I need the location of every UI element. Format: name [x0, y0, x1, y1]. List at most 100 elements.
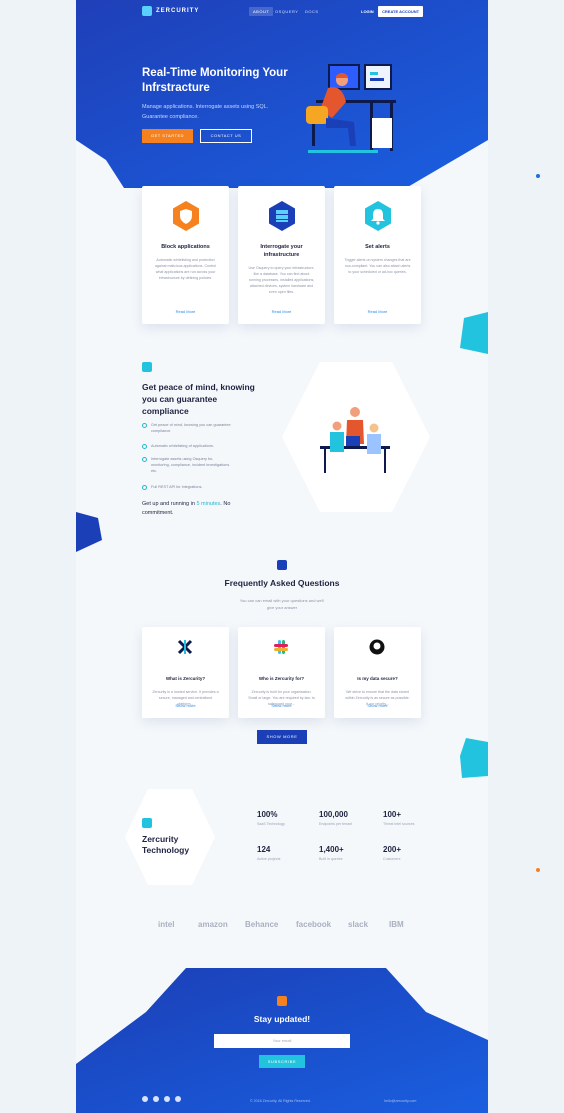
team-illustration — [282, 362, 430, 512]
show-more-link[interactable]: Show more — [238, 703, 325, 708]
hero-subtitle: Manage applications. Interrogate assets … — [142, 104, 269, 120]
feature-title: Set alerts — [365, 244, 390, 250]
check-item: Full REST API for integrations. — [142, 484, 231, 490]
github-icon[interactable] — [153, 1096, 159, 1102]
faq-question: Who is Zercurity for? — [258, 676, 305, 681]
feature-text: Use Osquery to query your infrastructure… — [248, 266, 315, 294]
stats-title: Zercurity Technology — [142, 834, 190, 855]
faq-card[interactable]: What is Zercurity? Zercurity is a hosted… — [142, 627, 229, 718]
logo[interactable]: ZERCURITY — [142, 6, 199, 16]
getup-prefix: Get up and running in — [142, 501, 197, 507]
feature-card: Interrogate your infrastructure Use Osqu… — [238, 186, 325, 324]
server-icon — [268, 201, 295, 231]
stats-icon — [142, 818, 152, 828]
bell-icon — [364, 201, 391, 231]
stat-label: Endpoints per tenant — [319, 822, 353, 826]
stat-label: Active projects — [257, 857, 281, 861]
feature-text: Trigger alerts on system changes that ar… — [344, 258, 411, 274]
create-account-button[interactable]: CREATE ACCOUNT — [378, 6, 424, 17]
stat-label: Built in queries — [319, 857, 343, 861]
stat-number: 100,000 — [319, 810, 348, 819]
faq-title: Frequently Asked Questions — [224, 578, 340, 588]
hero-title: Real-Time Monitoring Your Infrstracture — [142, 67, 288, 94]
check-item: Interrogate assets using Osquery for, mo… — [142, 456, 231, 474]
feature-text: Automatic whitelisting and protection ag… — [154, 258, 217, 280]
faq-question: What is Zercurity? — [165, 676, 206, 681]
check-icon — [142, 444, 147, 449]
show-more-button[interactable]: SHOW MORE — [257, 730, 307, 744]
decor-hexagon — [460, 738, 488, 778]
stat-number: 100% — [257, 810, 278, 819]
stat-label: SaaS Technology — [257, 822, 285, 826]
show-more-link[interactable]: Show more — [334, 703, 421, 708]
feature-card: Block applications Automatic whitelistin… — [142, 186, 229, 324]
subscribe-button[interactable]: SUBSCRIBE — [259, 1055, 305, 1068]
social-links — [142, 1096, 181, 1102]
getup-highlight[interactable]: 5 minutes — [196, 501, 220, 507]
logo-icon — [142, 6, 152, 16]
email-input[interactable]: Your email — [214, 1034, 350, 1048]
stat-label: Customers — [383, 857, 401, 861]
decor-hexagon — [460, 312, 488, 354]
stat-label: Threat intel sources — [383, 822, 415, 826]
brand-behance: Behance — [245, 920, 279, 929]
read-more-link[interactable]: Read More — [142, 309, 229, 314]
check-text: Get peace of mind, knowing you can guara… — [151, 423, 231, 433]
stat-number: 1,400+ — [319, 845, 344, 854]
brand-intel: intel — [158, 920, 175, 929]
stat-number: 124 — [257, 845, 271, 854]
feature-card: Set alerts Trigger alerts on system chan… — [334, 186, 421, 324]
top-nav: ZERCURITY ABOUT OSQUERY DOCS LOGIN CREAT… — [76, 0, 488, 24]
shield-icon — [172, 201, 199, 231]
nav-osquery[interactable]: OSQUERY — [275, 9, 298, 14]
check-icon — [142, 485, 147, 490]
show-more-link[interactable]: Show more — [142, 703, 229, 708]
decor-hexagon — [76, 512, 102, 552]
faq-icon — [277, 560, 287, 570]
feature-title: Interrogate your infrastructure — [260, 244, 303, 258]
contact-email[interactable]: hello@zercurity.com — [384, 1099, 416, 1103]
read-more-link[interactable]: Read More — [334, 309, 421, 314]
brand-facebook: facebook — [296, 920, 332, 929]
mail-icon — [277, 996, 287, 1006]
document-icon[interactable] — [175, 1096, 181, 1102]
stat-number: 200+ — [383, 845, 402, 854]
check-text: Interrogate assets using Osquery for, mo… — [151, 457, 230, 473]
login-link[interactable]: LOGIN — [361, 9, 374, 14]
brand-slack: slack — [348, 920, 369, 929]
check-item: Get peace of mind, knowing you can guara… — [142, 422, 231, 434]
zercurity-icon — [177, 639, 193, 655]
faq-subtitle: You can can email with your questions an… — [239, 598, 325, 610]
logo-text: ZERCURITY — [156, 8, 200, 14]
decor-dot — [536, 174, 540, 178]
feature-title: Block applications — [161, 244, 210, 250]
stat-number: 100+ — [383, 810, 402, 819]
brand-ibm: IBM — [389, 920, 404, 929]
decor-dot — [536, 868, 540, 872]
check-text: Automatic whitelisting of applications. — [151, 444, 214, 448]
dribbble-icon[interactable] — [164, 1096, 170, 1102]
nav-about[interactable]: ABOUT — [249, 7, 274, 16]
page: ZERCURITY ABOUT OSQUERY DOCS LOGIN CREAT… — [76, 0, 488, 1113]
get-started-button[interactable]: GET STARTED — [142, 129, 193, 143]
faq-question: Is my data secure? — [357, 676, 398, 681]
section-title: Get peace of mind, knowing you can guara… — [142, 382, 255, 416]
section-icon — [142, 362, 152, 372]
check-icon — [142, 457, 147, 462]
faq-card[interactable]: Is my data secure? We strive to ensure t… — [334, 627, 421, 718]
brand-amazon: amazon — [198, 920, 228, 929]
github-icon — [369, 639, 385, 655]
newsletter-title: Stay updated! — [253, 1014, 311, 1024]
hero-background — [76, 0, 488, 188]
nav-docs[interactable]: DOCS — [305, 9, 319, 14]
check-item: Automatic whitelisting of applications. — [142, 443, 231, 449]
twitter-icon[interactable] — [142, 1096, 148, 1102]
hero-illustration — [306, 64, 396, 153]
getup-text: Get up and running in 5 minutes. No comm… — [142, 500, 242, 518]
check-text: Full REST API for integrations. — [151, 485, 203, 489]
contact-us-button[interactable]: CONTACT US — [200, 129, 252, 143]
faq-card[interactable]: Who is Zercurity for? Zercurity is built… — [238, 627, 325, 718]
read-more-link[interactable]: Read More — [238, 309, 325, 314]
check-icon — [142, 423, 147, 428]
slack-icon — [274, 640, 288, 654]
